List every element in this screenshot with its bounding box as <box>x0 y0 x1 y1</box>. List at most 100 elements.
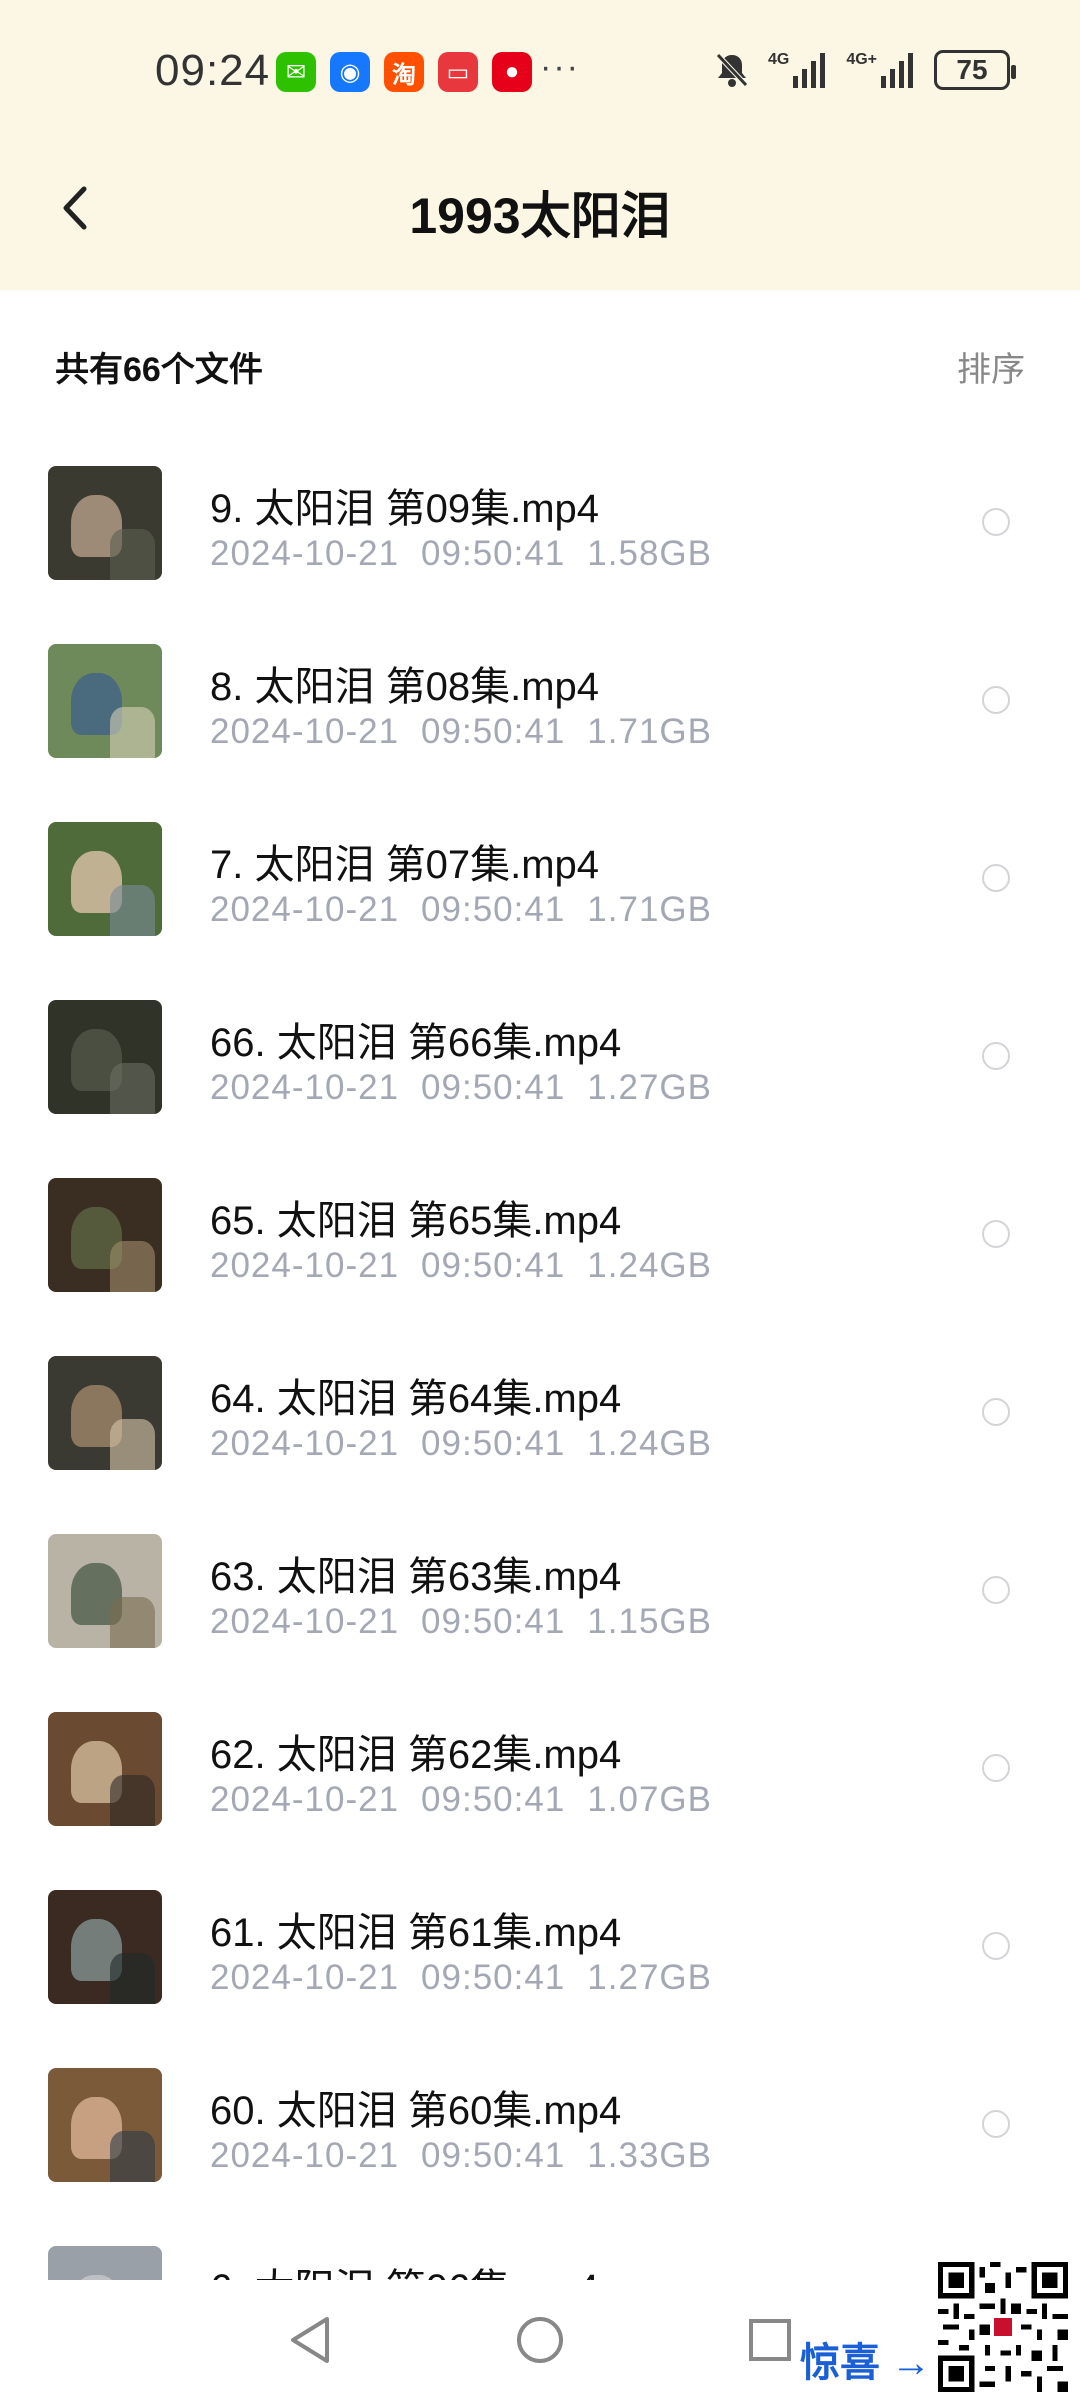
nav-home-button[interactable] <box>510 2310 570 2370</box>
file-row[interactable]: 6. 太阳泪 第06集.mp42024-10-2109:50:411.58GB <box>0 2220 1080 2280</box>
file-name: 63. 太阳泪 第63集.mp4 <box>210 1555 622 1599</box>
select-radio[interactable] <box>982 1576 1010 1604</box>
more-notifications-icon: ··· <box>540 48 580 86</box>
video-thumbnail <box>48 1890 162 2004</box>
alipay-app-icon: ◉ <box>330 52 370 92</box>
video-thumbnail <box>48 644 162 758</box>
file-meta: 2024-10-21 09:50:41 1.24GB <box>210 1246 712 1286</box>
file-meta: 2024-10-21 09:50:41 1.71GB <box>210 890 712 930</box>
file-meta: 2024-10-21 09:50:41 1.07GB <box>210 1780 712 1820</box>
file-size: 1.27GB <box>587 1068 712 1107</box>
qr-code-icon[interactable] <box>938 2262 1068 2392</box>
square-recents-icon <box>749 2319 791 2361</box>
taobao-icon: 淘 <box>384 52 424 92</box>
select-radio[interactable] <box>982 864 1010 892</box>
video-thumbnail <box>48 1178 162 1292</box>
battery-indicator: 75 <box>934 50 1016 90</box>
file-date: 2024-10-21 <box>210 1424 400 1463</box>
file-meta: 2024-10-21 09:50:41 1.27GB <box>210 1958 712 1998</box>
top-header: 09:24 ✉ ◉ 淘 ▭ ● ··· 4G 4G+ 75 1993太阳泪 <box>0 0 1080 290</box>
triangle-back-icon <box>291 2317 329 2363</box>
file-date: 2024-10-21 <box>210 2136 400 2175</box>
mute-bell-icon <box>716 53 748 87</box>
file-date: 2024-10-21 <box>210 890 400 929</box>
file-size: 1.27GB <box>587 1958 712 1997</box>
file-date: 2024-10-21 <box>210 1068 400 1107</box>
nav-back-button[interactable] <box>280 2310 340 2370</box>
video-thumbnail <box>48 1534 162 1648</box>
file-name: 60. 太阳泪 第60集.mp4 <box>210 2089 622 2133</box>
file-name: 64. 太阳泪 第64集.mp4 <box>210 1377 622 1421</box>
file-name: 61. 太阳泪 第61集.mp4 <box>210 1911 622 1955</box>
file-row[interactable]: 8. 太阳泪 第08集.mp4 2024-10-21 09:50:41 1.71GB <box>0 618 1080 796</box>
select-radio[interactable] <box>982 1398 1010 1426</box>
file-time: 09:50:41 <box>421 712 566 751</box>
file-meta: 2024-10-21 09:50:41 1.15GB <box>210 1602 712 1642</box>
file-size: 1.24GB <box>587 1424 712 1463</box>
select-radio[interactable] <box>982 1932 1010 1960</box>
file-name: 9. 太阳泪 第09集.mp4 <box>210 487 600 531</box>
huawei-store-icon: ▭ <box>438 52 478 92</box>
video-thumbnail <box>48 1356 162 1470</box>
select-radio[interactable] <box>982 1220 1010 1248</box>
nav-recents-button[interactable] <box>740 2310 800 2370</box>
notification-icons: ✉ ◉ 淘 ▭ ● <box>276 52 532 92</box>
tmall-icon: ● <box>492 52 532 92</box>
file-name: 66. 太阳泪 第66集.mp4 <box>210 1021 622 1065</box>
file-date: 2024-10-21 <box>210 1958 400 1997</box>
file-row[interactable]: 9. 太阳泪 第09集.mp4 2024-10-21 09:50:41 1.58GB <box>0 440 1080 618</box>
file-meta: 2024-10-21 09:50:41 1.33GB <box>210 2136 712 2176</box>
file-size: 1.07GB <box>587 1780 712 1819</box>
file-date: 2024-10-21 <box>210 1602 400 1641</box>
video-thumbnail <box>48 2068 162 2182</box>
file-name: 62. 太阳泪 第62集.mp4 <box>210 1733 622 1777</box>
file-time: 09:50:41 <box>421 1958 566 1997</box>
signal-bars-icon <box>793 53 826 88</box>
select-radio[interactable] <box>982 686 1010 714</box>
file-time: 09:50:41 <box>421 1424 566 1463</box>
file-row[interactable]: 64. 太阳泪 第64集.mp4 2024-10-21 09:50:41 1.24GB <box>0 1330 1080 1508</box>
file-row[interactable]: 65. 太阳泪 第65集.mp4 2024-10-21 09:50:41 1.24GB <box>0 1152 1080 1330</box>
wechat-icon: ✉ <box>276 52 316 92</box>
file-row[interactable]: 61. 太阳泪 第61集.mp4 2024-10-21 09:50:41 1.27GB <box>0 1864 1080 2042</box>
file-time: 09:50:41 <box>421 534 566 573</box>
status-bar: 09:24 ✉ ◉ 淘 ▭ ● ··· 4G 4G+ 75 <box>0 0 1080 150</box>
file-row[interactable]: 60. 太阳泪 第60集.mp4 2024-10-21 09:50:41 1.33GB <box>0 2042 1080 2220</box>
file-row[interactable]: 66. 太阳泪 第66集.mp4 2024-10-21 09:50:41 1.27GB <box>0 974 1080 1152</box>
video-thumbnail <box>48 1000 162 1114</box>
file-date: 2024-10-21 <box>210 1780 400 1819</box>
signal-1: 4G <box>768 52 828 88</box>
circle-home-icon <box>517 2317 563 2363</box>
file-time: 09:50:41 <box>421 890 566 929</box>
file-meta: 2024-10-21 09:50:41 1.27GB <box>210 1068 712 1108</box>
file-list: 9. 太阳泪 第09集.mp4 2024-10-21 09:50:41 1.58GB 8… <box>0 440 1080 2280</box>
signal-2: 4G+ <box>846 52 916 88</box>
file-date: 2024-10-21 <box>210 1246 400 1285</box>
select-radio[interactable] <box>982 508 1010 536</box>
sort-button[interactable]: 排序 <box>957 342 1025 391</box>
file-count: 共有66个文件 <box>55 351 263 389</box>
file-meta: 2024-10-21 09:50:41 1.58GB <box>210 534 712 574</box>
status-time: 09:24 <box>155 46 271 95</box>
video-thumbnail <box>48 466 162 580</box>
file-name: 7. 太阳泪 第07集.mp4 <box>210 843 600 887</box>
file-size: 1.33GB <box>587 2136 712 2175</box>
file-name: 65. 太阳泪 第65集.mp4 <box>210 1199 622 1243</box>
file-date: 2024-10-21 <box>210 712 400 751</box>
file-row[interactable]: 63. 太阳泪 第63集.mp4 2024-10-21 09:50:41 1.15GB <box>0 1508 1080 1686</box>
file-row[interactable]: 7. 太阳泪 第07集.mp4 2024-10-21 09:50:41 1.71GB <box>0 796 1080 974</box>
file-time: 09:50:41 <box>421 1602 566 1641</box>
select-radio[interactable] <box>982 1042 1010 1070</box>
select-radio[interactable] <box>982 2110 1010 2138</box>
file-meta: 2024-10-21 09:50:41 1.24GB <box>210 1424 712 1464</box>
surprise-link[interactable]: 惊喜 → <box>800 2330 931 2388</box>
file-size: 1.71GB <box>587 712 712 751</box>
video-thumbnail <box>48 1712 162 1826</box>
file-size: 1.15GB <box>587 1602 712 1641</box>
file-name: 6. 太阳泪 第06集.mp4 <box>210 2256 599 2280</box>
file-date: 2024-10-21 <box>210 534 400 573</box>
file-time: 09:50:41 <box>421 1246 566 1285</box>
file-size: 1.58GB <box>587 534 712 573</box>
file-row[interactable]: 62. 太阳泪 第62集.mp4 2024-10-21 09:50:41 1.07GB <box>0 1686 1080 1864</box>
select-radio[interactable] <box>982 1754 1010 1782</box>
